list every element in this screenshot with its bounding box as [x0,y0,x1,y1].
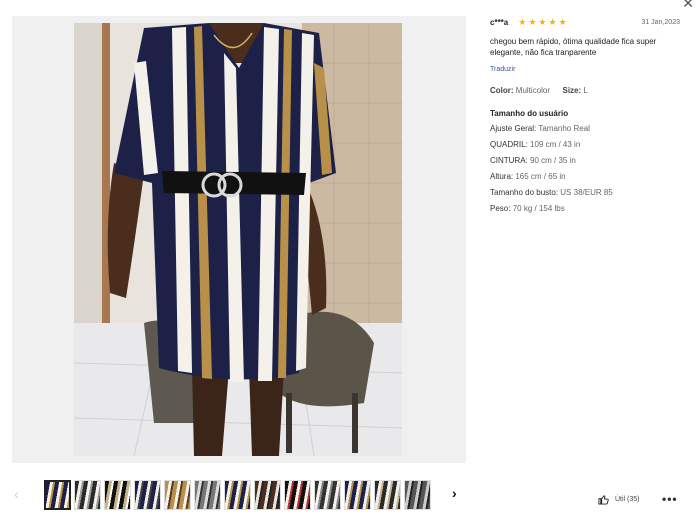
user-size-value: 165 cm / 65 in [515,172,566,181]
user-size-row: Altura: 165 cm / 65 in [490,172,680,182]
thumbnail[interactable] [374,480,401,510]
useful-button[interactable]: Útil (35) [598,494,640,505]
more-options-icon[interactable]: ••• [662,492,678,506]
user-size-row: CINTURA: 90 cm / 35 in [490,156,680,166]
user-size-label: QUADRIL: [490,140,528,149]
thumbnail[interactable] [194,480,221,510]
size-value: L [583,86,588,95]
thumbnail[interactable] [44,480,71,510]
user-size-value: 90 cm / 35 in [530,156,576,165]
user-size-label: Peso: [490,204,511,213]
thumbnail[interactable] [344,480,371,510]
useful-label: Útil (35) [615,496,640,503]
star-icon: ★ [518,16,527,27]
thumbnail-next-button[interactable]: › [452,485,457,501]
review-photo [74,23,402,456]
thumbnail[interactable] [164,480,191,510]
review-date: 31 Jan,2023 [641,18,680,26]
star-icon: ★ [538,16,547,27]
user-size-row: QUADRIL: 109 cm / 43 in [490,140,680,150]
color-value: Multicolor [515,86,551,95]
user-size-label: Altura: [490,172,514,181]
star-icon: ★ [548,16,557,27]
user-size-value: 109 cm / 43 in [530,140,581,149]
thumbnail-strip [44,480,431,510]
star-icon: ★ [558,16,567,27]
review-details: c***a ★ ★ ★ ★ ★ 31 Jan,2023 chegou bem rápid… [490,16,680,220]
thumbnail[interactable] [104,480,131,510]
reviewer-name: c***a [490,17,509,27]
user-size-title: Tamanho do usuário [490,109,569,118]
translate-link[interactable]: Traduzir [490,66,515,73]
user-size-label: CINTURA: [490,156,528,165]
user-size-row: Tamanho do busto: US 38/EUR 85 [490,188,680,198]
purchased-attributes: Color: Multicolor Size: L [490,86,680,95]
thumbnail[interactable] [284,480,311,510]
user-size-value: 70 kg / 154 lbs [512,204,565,213]
thumbs-up-icon [598,495,609,505]
user-size-value: Tamanho Real [538,124,590,133]
thumbnail[interactable] [134,480,161,510]
thumbnail[interactable] [254,480,281,510]
review-header: c***a ★ ★ ★ ★ ★ 31 Jan,2023 [490,16,680,28]
thumbnail[interactable] [404,480,431,510]
user-size-row: Ajuste Geral: Tamanho Real [490,124,680,134]
review-text: chegou bem rápido, ótima qualidade fica … [490,37,657,57]
user-size-row: Peso: 70 kg / 154 lbs [490,204,680,214]
photo-viewer [12,16,466,463]
thumbnail[interactable] [74,480,101,510]
user-size-list: Ajuste Geral: Tamanho Real QUADRIL: 109 c… [490,124,680,214]
star-icon: ★ [528,16,537,27]
thumbnail[interactable] [224,480,251,510]
user-size-value: US 38/EUR 85 [560,188,613,197]
user-size-label: Ajuste Geral: [490,124,537,133]
user-size-label: Tamanho do busto: [490,188,559,197]
star-rating: ★ ★ ★ ★ ★ [518,17,566,28]
thumbnail-prev-button[interactable]: ‹ [14,486,19,502]
size-label: Size: [562,86,582,95]
close-icon[interactable]: ✕ [682,0,694,10]
thumbnail[interactable] [314,480,341,510]
color-label: Color: [490,86,514,95]
